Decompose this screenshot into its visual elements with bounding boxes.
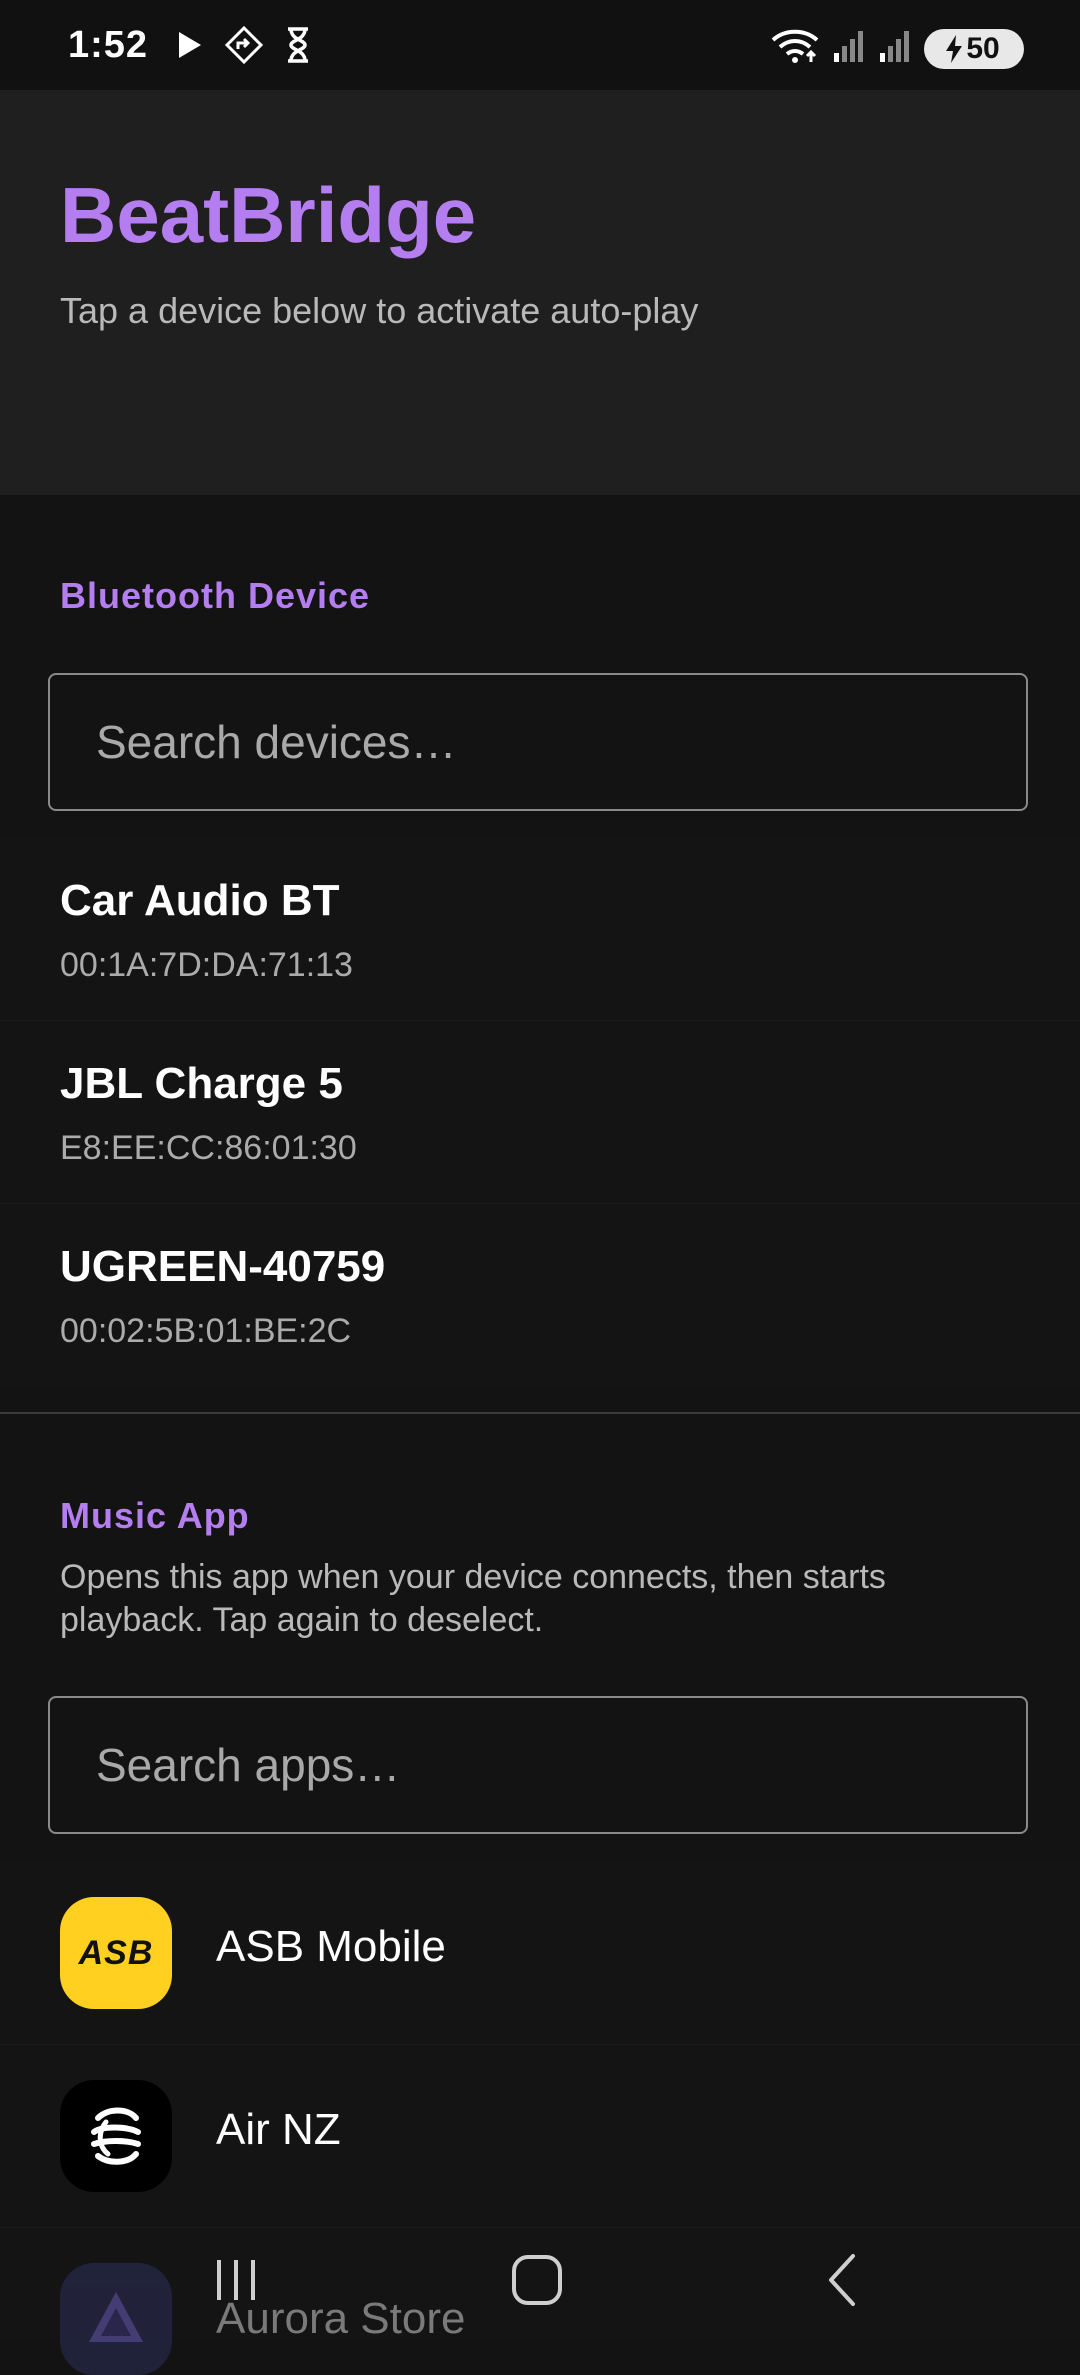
signal-icon [878, 29, 912, 68]
status-left: 1:52 [68, 0, 318, 100]
app-row[interactable]: Air NZ [0, 2045, 1080, 2229]
device-row[interactable]: JBL Charge 5 E8:EE:CC:86:01:30 [0, 1021, 1080, 1205]
device-search-box[interactable] [48, 673, 1028, 811]
air-nz-koru-icon [60, 2080, 172, 2192]
device-name: UGREEN-40759 [60, 1242, 386, 1291]
recent-apps-icon [217, 2260, 255, 2300]
home-icon [512, 2255, 562, 2305]
app-row[interactable]: ASB ASB Mobile [0, 1862, 1080, 2046]
battery-indicator: 50 [924, 28, 1024, 69]
device-mac: E8:EE:CC:86:01:30 [60, 1129, 357, 1167]
play-icon [170, 25, 210, 65]
status-right: 50 [770, 28, 1024, 69]
back-button[interactable] [803, 2240, 883, 2320]
wifi-icon [770, 28, 820, 69]
battery-charging-icon [946, 34, 963, 63]
battery-level: 50 [966, 31, 1000, 65]
device-row[interactable]: UGREEN-40759 00:02:5B:01:BE:2C [0, 1204, 1080, 1386]
device-mac: 00:02:5B:01:BE:2C [60, 1312, 352, 1350]
page-subtitle: Tap a device below to activate auto-play [60, 290, 699, 331]
bluetooth-section-title: Bluetooth Device [60, 575, 371, 616]
status-bar: 1:52 50 [0, 0, 1080, 90]
device-mac: 00:1A:7D:DA:71:13 [60, 946, 353, 984]
signal-icon [832, 29, 866, 68]
device-search-input[interactable] [50, 675, 1026, 809]
back-icon [829, 2254, 855, 2306]
system-nav-bar [0, 2220, 1080, 2340]
page-title: BeatBridge [60, 171, 477, 259]
asb-logo-icon: ASB [60, 1897, 172, 2009]
app-name: Air NZ [216, 2105, 341, 2154]
home-button[interactable] [497, 2240, 577, 2320]
app-search-input[interactable] [50, 1698, 1026, 1832]
app-name: ASB Mobile [216, 1922, 446, 1971]
navigation-diamond-icon [224, 25, 264, 65]
music-app-section-title: Music App [60, 1495, 250, 1536]
recent-apps-button[interactable] [196, 2240, 276, 2320]
app-search-box[interactable] [48, 1696, 1028, 1834]
device-name: JBL Charge 5 [60, 1059, 343, 1108]
section-divider [0, 1412, 1080, 1414]
device-name: Car Audio BT [60, 876, 340, 925]
music-app-description: Opens this app when your device connects… [60, 1558, 886, 1639]
status-time: 1:52 [68, 23, 149, 66]
device-row[interactable]: Car Audio BT 00:1A:7D:DA:71:13 [0, 838, 1080, 1022]
hourglass-icon [278, 25, 318, 65]
asb-logo-text: ASB [78, 1933, 154, 1972]
